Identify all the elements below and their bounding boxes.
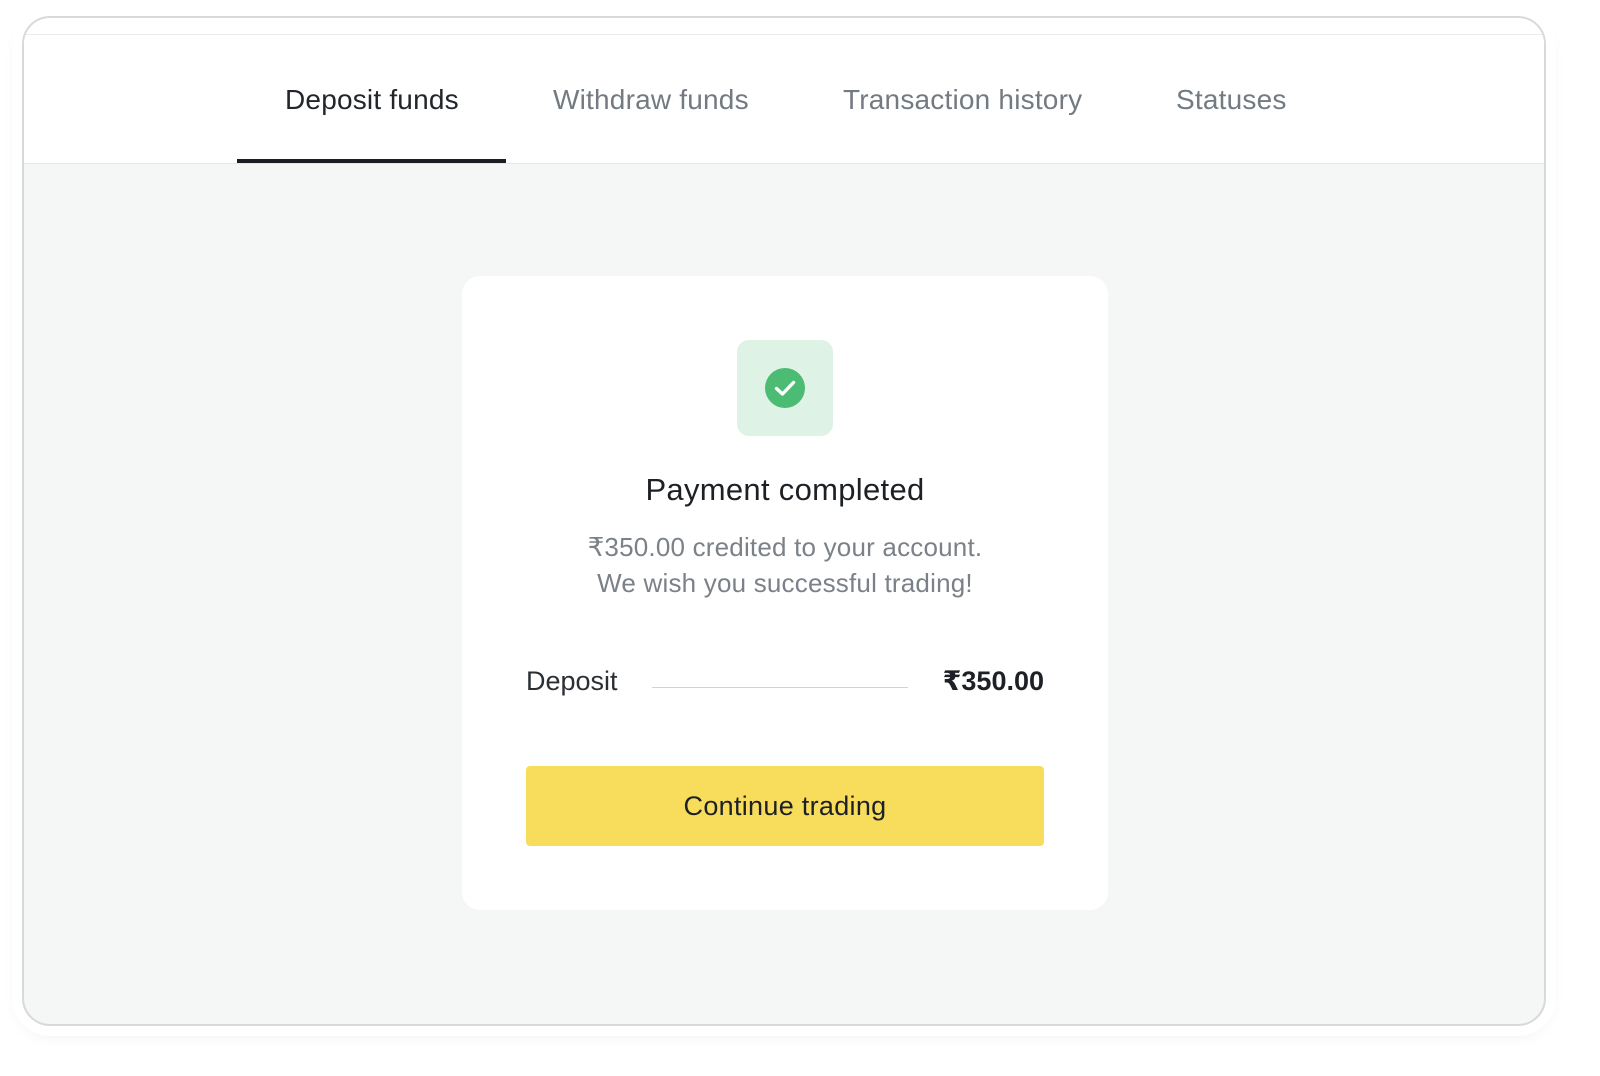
wish-message: We wish you successful trading! [597,568,973,598]
active-tab-indicator [237,159,506,163]
tab-deposit-funds[interactable]: Deposit funds [285,80,459,120]
deposit-summary-row: Deposit ₹350.00 [526,666,1044,706]
divider [24,34,1544,35]
payment-result-card: Payment completed ₹350.00 credited to yo… [462,276,1108,910]
payment-title: Payment completed [645,472,925,507]
continue-trading-button[interactable]: Continue trading [526,766,1044,846]
tabs-bar: Deposit funds Withdraw funds Transaction… [24,18,1544,164]
tab-statuses[interactable]: Statuses [1176,80,1287,120]
tab-transaction-history[interactable]: Transaction history [843,80,1082,120]
deposit-leader-line [652,687,908,688]
deposit-amount: ₹350.00 [942,666,1044,696]
deposit-label: Deposit [526,666,618,696]
tab-withdraw-funds[interactable]: Withdraw funds [553,80,749,120]
success-badge [737,340,833,436]
check-circle-icon [765,368,805,408]
credited-message: ₹350.00 credited to your account. [587,532,983,562]
app-window: Deposit funds Withdraw funds Transaction… [22,16,1546,1026]
